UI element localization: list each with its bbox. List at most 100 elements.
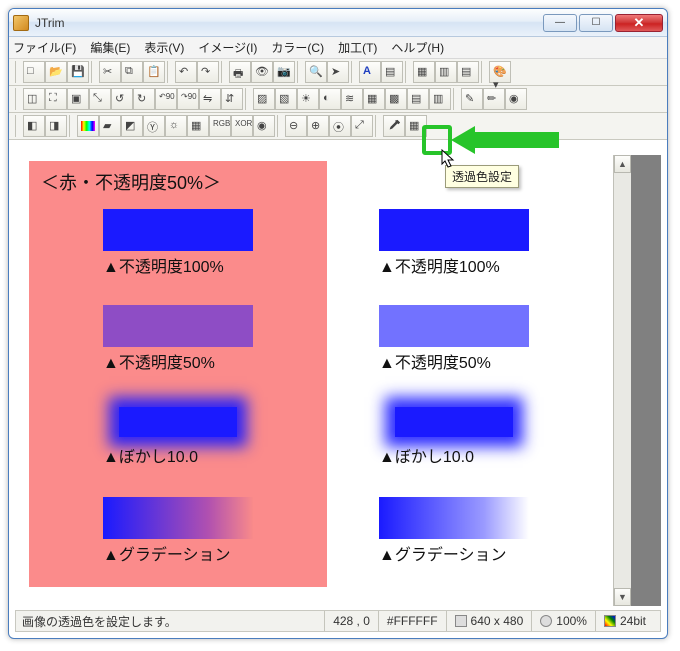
twain-button[interactable]: 📷 [273,61,295,83]
canvas-heading: ＜赤・不透明度50%＞ [41,169,221,195]
brightness2-button[interactable]: ☼ [165,115,187,137]
levels-button[interactable]: ▰ [99,115,121,137]
status-message: 画像の透過色を設定します。 [22,613,177,630]
color-button[interactable]: ▤ [381,61,403,83]
fit-button[interactable]: ▣ [67,88,89,110]
swatch-opacity100-right [379,209,529,251]
open-button[interactable]: 📂 [45,61,67,83]
checker-button[interactable]: ▦ [363,88,385,110]
sample-left-4: ▲グラデーション [103,497,253,565]
rgb-button[interactable]: RGB [209,115,231,137]
swatch-opacity50-right [379,305,529,347]
invert-button[interactable]: ◨ [45,115,67,137]
swatch-opacity50-left [103,305,253,347]
preview-button[interactable]: 👁 [251,61,273,83]
find-button[interactable]: 🔍 [305,61,327,83]
vertical-scrollbar[interactable]: ▲ ▼ [613,155,631,606]
scroll-track[interactable] [614,173,631,588]
xor-button[interactable]: XOR [231,115,253,137]
scroll-up-button[interactable]: ▲ [614,155,631,173]
paste-button[interactable]: 📋 [143,61,165,83]
caption: ▲グラデーション [103,541,253,565]
menu-color[interactable]: カラー(C) [271,39,324,56]
rot90l-button[interactable]: ↶90 [155,88,177,110]
flip-h-button[interactable]: ⇋ [199,88,221,110]
tone-button[interactable]: ◩ [121,115,143,137]
gray-button[interactable]: ◧ [23,115,45,137]
save-button[interactable]: 💾 [67,61,89,83]
fx-c-button[interactable]: ▩ [385,88,407,110]
menu-process[interactable]: 加工(T) [338,39,377,56]
menu-edit[interactable]: 編集(E) [90,39,130,56]
zoom-fit-button[interactable]: ⤢ [351,115,373,137]
hue-button[interactable]: Ⓨ [143,115,165,137]
zoom-100-button[interactable]: ⦿ [329,115,351,137]
menu-image[interactable]: イメージ(I) [198,39,257,56]
fx-d-button[interactable]: ▤ [407,88,429,110]
rot90r-button[interactable]: ↷90 [177,88,199,110]
caption: ▲ぼかし10.0 [103,443,253,467]
grid-b-button[interactable]: ▥ [435,61,457,83]
crop-button[interactable]: ◫ [23,88,45,110]
sample-right-3: ▲ぼかし10.0 [379,401,529,467]
spiral-button[interactable]: ◉ [505,88,527,110]
work-area: ＜赤・不透明度50%＞ ▲不透明度100% ▲不透明度50% ▲ぼかし10.0 … [15,155,661,606]
sample-left-3: ▲ぼかし10.0 [103,401,253,467]
close-button[interactable]: ✕ [615,14,663,32]
resize-button[interactable]: ⛶ [45,88,67,110]
redo-button[interactable]: ↷ [197,61,219,83]
swatch-gradient-left [103,497,253,539]
menubar: ファイル(F) 編集(E) 表示(V) イメージ(I) カラー(C) 加工(T)… [9,37,667,59]
tooltip: 透過色設定 [445,165,519,188]
mosaic-button[interactable]: ▦ [187,115,209,137]
wave-button[interactable]: ≋ [341,88,363,110]
sample-left-2: ▲不透明度50% [103,305,253,373]
status-dims: 640 x 480 [446,611,532,631]
brightness-button[interactable]: ☀ [297,88,319,110]
palette-button[interactable]: 🎨▾ [489,61,511,83]
grid2-button[interactable]: ▦ [405,115,427,137]
sample-left-1: ▲不透明度100% [103,209,253,277]
new-button[interactable]: □ [23,61,45,83]
swatch-blur-left [119,407,237,437]
caption: ▲ぼかし10.0 [379,443,529,467]
fx-e-button[interactable]: ▥ [429,88,451,110]
fx-a-button[interactable]: ▨ [253,88,275,110]
canvas[interactable]: ＜赤・不透明度50%＞ ▲不透明度100% ▲不透明度50% ▲ぼかし10.0 … [15,155,613,606]
pointer-button[interactable]: ➤ [327,61,349,83]
menu-view[interactable]: 表示(V) [144,39,184,56]
expand-button[interactable]: ⤡ [89,88,111,110]
sample-right-4: ▲グラデーション [379,497,529,565]
zoom-icon [540,615,552,627]
brush-button[interactable]: ✏ [483,88,505,110]
copy-button[interactable]: ⧉ [121,61,143,83]
zoom-out-button[interactable]: ⊖ [285,115,307,137]
undo-button[interactable]: ↶ [175,61,197,83]
statusbar: 画像の透過色を設定します。 428 , 0 #FFFFFF 640 x 480 … [15,610,661,632]
flip-v-button[interactable]: ⇵ [221,88,243,110]
shift-button[interactable]: ◉ [253,115,275,137]
rainbow-button[interactable] [77,115,99,137]
toolbar-row-2: ◫ ⛶ ▣ ⤡ ↺ ↻ ↶90 ↷90 ⇋ ⇵ ▨ ▧ ☀ ◐ ≋ ▦ ▩ ▤ … [9,86,667,113]
grid-a-button[interactable]: ▦ [413,61,435,83]
text-button[interactable]: A [359,61,381,83]
cut-button[interactable]: ✂ [99,61,121,83]
scroll-down-button[interactable]: ▼ [614,588,631,606]
menu-file[interactable]: ファイル(F) [13,39,76,56]
fx-b-button[interactable]: ▧ [275,88,297,110]
menu-help[interactable]: ヘルプ(H) [391,39,444,56]
rotate-right-button[interactable]: ↻ [133,88,155,110]
swatch-gradient-right [379,497,529,539]
print-button[interactable]: 🖶 [229,61,251,83]
rotate-left-button[interactable]: ↺ [111,88,133,110]
transparent-color-button[interactable] [383,115,405,137]
caption: ▲不透明度50% [379,349,529,373]
status-coords: 428 , 0 [324,611,378,631]
zoom-in-button[interactable]: ⊕ [307,115,329,137]
marker-button[interactable]: ✎ [461,88,483,110]
minimize-button[interactable]: — [543,14,577,32]
maximize-button[interactable]: ☐ [579,14,613,32]
contrast-button[interactable]: ◐ [319,88,341,110]
grid-c-button[interactable]: ▤ [457,61,479,83]
sample-right-1: ▲不透明度100% [379,209,529,277]
